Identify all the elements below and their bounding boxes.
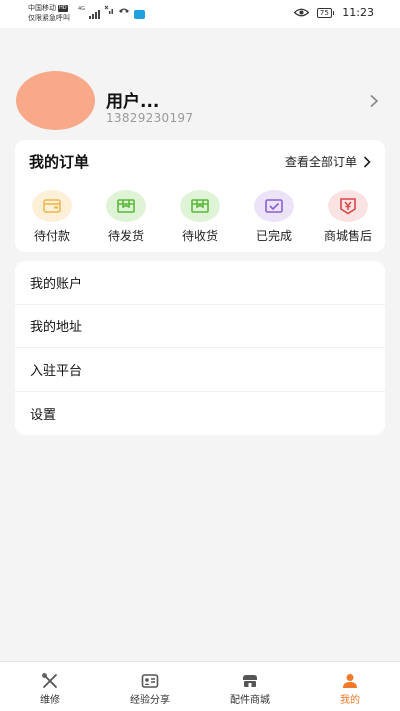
view-all-orders-label: 查看全部订单 — [284, 155, 357, 169]
menu-item-my-account[interactable]: 我的账户 — [15, 261, 385, 305]
tab-label: 维修 — [40, 695, 60, 706]
menu-item-settings[interactable]: 设置 — [15, 392, 385, 436]
wallet-icon — [32, 190, 72, 222]
person-icon — [343, 674, 357, 688]
network-type: 4G — [78, 6, 86, 12]
tools-icon — [42, 673, 57, 688]
view-all-orders-link[interactable]: 查看全部订单 — [285, 153, 371, 170]
package-icon — [106, 190, 146, 222]
status-bar: 中国移动 HD 仅限紧急呼叫 4G 75 11:23 — [0, 0, 400, 28]
order-status-after-sales[interactable]: 商城售后 — [311, 190, 385, 244]
tab-experience-share[interactable]: 经验分享 — [100, 662, 200, 711]
tab-label: 经验分享 — [130, 695, 170, 706]
chevron-right-icon[interactable] — [369, 94, 379, 108]
yen-shield-icon — [328, 190, 368, 222]
order-status-label: 待发货 — [107, 229, 144, 243]
order-status-pending-shipment[interactable]: 待发货 — [89, 190, 163, 244]
phone-number: 13829230197 — [106, 111, 194, 125]
menu-list: 我的账户 我的地址 入驻平台 设置 — [15, 261, 385, 435]
phone-missed-icon — [118, 0, 130, 19]
store-icon — [243, 675, 257, 687]
clock: 11:23 — [342, 6, 374, 19]
username: 用户... — [106, 92, 160, 112]
menu-item-join-platform[interactable]: 入驻平台 — [15, 348, 385, 392]
order-status-label: 商城售后 — [323, 229, 372, 243]
order-status-label: 待付款 — [33, 229, 70, 243]
menu-item-my-address[interactable]: 我的地址 — [15, 305, 385, 348]
tab-label: 配件商城 — [230, 695, 270, 706]
order-status-label: 待收货 — [181, 229, 218, 243]
battery-level: 75 — [316, 7, 332, 18]
signal-bars-icon — [89, 10, 101, 19]
tab-parts-store[interactable]: 配件商城 — [200, 662, 300, 711]
eye-icon — [293, 8, 309, 17]
order-status-pending-payment[interactable]: 待付款 — [15, 190, 89, 244]
order-status-completed[interactable]: 已完成 — [237, 190, 311, 244]
orders-card: 我的订单 查看全部订单 待付款 待发货 待收货 已完成 商城售后 — [15, 140, 385, 252]
bottom-tab-bar: 维修 经验分享 配件商城 我的 — [0, 661, 400, 711]
signal-icons: 4G — [78, 5, 146, 19]
profile-header[interactable]: 用户... 13829230197 — [0, 28, 400, 140]
app-notification-icon — [134, 10, 146, 19]
tab-repair[interactable]: 维修 — [0, 662, 100, 711]
battery-icon: 75 — [316, 7, 335, 18]
id-card-icon — [141, 674, 159, 688]
orders-title: 我的订单 — [29, 153, 90, 171]
tab-mine[interactable]: 我的 — [300, 662, 400, 711]
avatar[interactable] — [16, 71, 95, 130]
no-signal-icon — [104, 0, 114, 19]
order-status-label: 已完成 — [255, 229, 292, 243]
chevron-right-icon — [363, 155, 371, 168]
carrier-name: 中国移动 — [28, 4, 56, 12]
tab-label: 我的 — [340, 695, 360, 706]
hd-badge: HD — [58, 4, 68, 12]
package-icon — [180, 190, 220, 222]
envelope-check-icon — [254, 190, 294, 222]
carrier-info: 中国移动 HD 仅限紧急呼叫 — [28, 3, 70, 23]
order-status-pending-receipt[interactable]: 待收货 — [163, 190, 237, 244]
emergency-only-text: 仅限紧急呼叫 — [28, 14, 70, 22]
